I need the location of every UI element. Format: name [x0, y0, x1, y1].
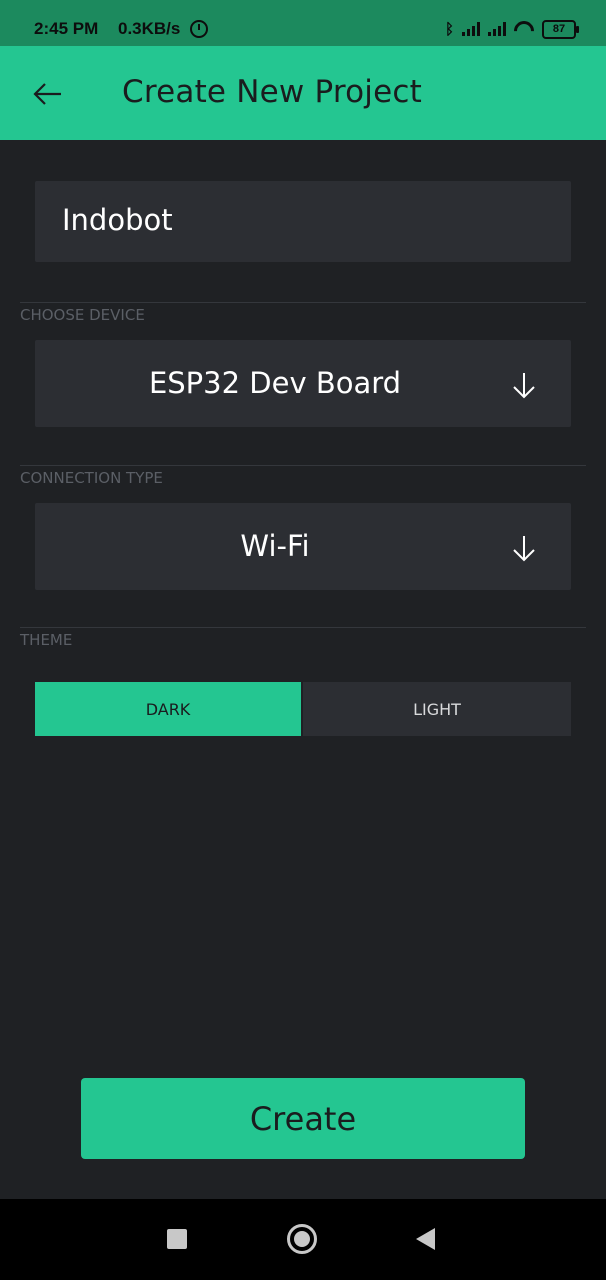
create-button[interactable]: Create	[81, 1078, 525, 1159]
back-arrow-icon	[33, 83, 61, 105]
back-button[interactable]	[28, 74, 68, 114]
device-value: ESP32 Dev Board	[148, 366, 402, 400]
signal-icon	[462, 22, 480, 36]
theme-label: THEME	[20, 631, 73, 649]
connection-value: Wi-Fi	[240, 529, 310, 563]
connection-select[interactable]: Wi-Fi	[35, 503, 571, 590]
signal-icon-2	[488, 22, 506, 36]
theme-toggle: DARK LIGHT	[35, 682, 571, 736]
theme-dark-option[interactable]: DARK	[35, 682, 301, 736]
divider	[20, 627, 586, 628]
battery-icon: 87	[542, 19, 579, 39]
nav-home-icon[interactable]	[287, 1224, 317, 1254]
divider	[20, 302, 586, 303]
system-nav-bar	[0, 1199, 606, 1280]
device-select[interactable]: ESP32 Dev Board	[35, 340, 571, 427]
battery-level: 87	[552, 22, 566, 35]
chevron-down-arrow-icon	[513, 373, 535, 399]
app-bar: Create New Project	[0, 46, 606, 140]
alarm-icon	[190, 20, 208, 38]
status-network-speed: 0.3KB/s	[118, 19, 181, 38]
choose-device-label: CHOOSE DEVICE	[20, 306, 145, 324]
connection-type-label: CONNECTION TYPE	[20, 469, 163, 487]
project-name-value: Indobot	[62, 203, 173, 237]
chevron-down-arrow-icon	[513, 536, 535, 562]
project-name-input[interactable]: Indobot	[35, 181, 571, 262]
status-icons: ᛒ 87	[444, 18, 579, 40]
status-bar: 2:45 PM 0.3KB/s ᛒ 87	[0, 0, 606, 46]
theme-light-option[interactable]: LIGHT	[303, 682, 571, 736]
status-time: 2:45 PM	[34, 19, 99, 38]
wifi-icon	[514, 21, 534, 37]
bluetooth-icon: ᛒ	[444, 20, 454, 38]
nav-back-icon[interactable]	[416, 1228, 435, 1250]
page-title: Create New Project	[122, 74, 422, 110]
divider	[20, 465, 586, 466]
nav-recents-icon[interactable]	[167, 1229, 187, 1249]
